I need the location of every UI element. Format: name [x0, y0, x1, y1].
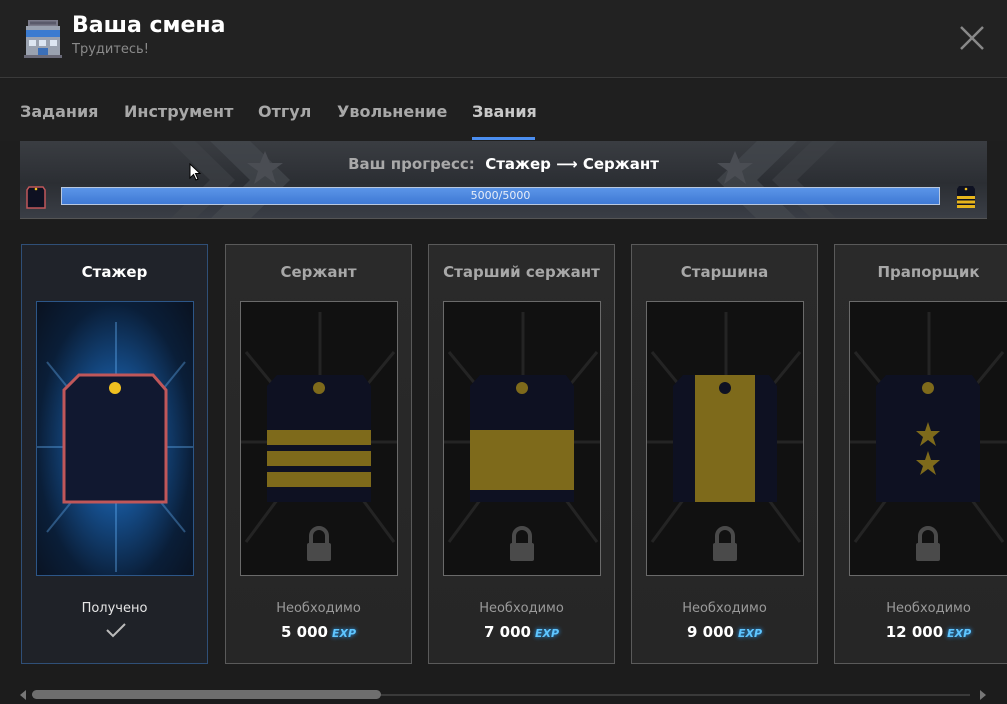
- window-subtitle: Трудитесь!: [72, 42, 149, 57]
- scroll-thumb[interactable]: [32, 690, 381, 699]
- progress-label: Ваш прогресс: Стажер ⟶ Сержант: [20, 155, 987, 173]
- rank-cost: 5 000 EXP: [226, 623, 411, 641]
- rank-card-sergeant[interactable]: Сержант Необходимо 5 000 EXP: [225, 244, 412, 664]
- progress-arrow: ⟶: [556, 155, 578, 173]
- tab-dismissal[interactable]: Увольнение: [337, 102, 447, 121]
- lock-icon: [916, 526, 940, 561]
- rank-cost: 7 000 EXP: [429, 623, 614, 641]
- rank-status: Необходимо: [479, 601, 564, 616]
- checkmark-icon: [106, 623, 126, 638]
- progress-from-rank: Стажер: [485, 155, 551, 173]
- rank-image-frame: [443, 301, 601, 576]
- rank-cost: 9 000 EXP: [632, 623, 817, 641]
- rank-status: Необходимо: [276, 601, 361, 616]
- rank-card-warrant-officer[interactable]: Прапорщик Необходимо 12 000 EXP: [834, 244, 1007, 664]
- progress-prefix: Ваш прогресс:: [348, 155, 475, 173]
- building-icon: [24, 20, 62, 58]
- tab-tools[interactable]: Инструмент: [124, 102, 233, 121]
- rank-status: Необходимо: [886, 601, 971, 616]
- scroll-left-arrow-icon[interactable]: [18, 689, 28, 701]
- rank-image-frame: [849, 301, 1007, 576]
- lock-icon: [510, 526, 534, 561]
- progress-bar: 5000/5000: [61, 187, 940, 205]
- lock-icon: [713, 526, 737, 561]
- rank-cost: 12 000 EXP: [835, 623, 1007, 641]
- window-title: Ваша смена: [72, 13, 226, 38]
- rank-card-senior-sergeant[interactable]: Старший сержант Необходимо 7 000 EXP: [428, 244, 615, 664]
- rank-image-frame: [36, 301, 194, 576]
- exp-label: EXP: [331, 627, 357, 640]
- tab-bar: Задания Инструмент Отгул Увольнение Зван…: [0, 79, 1007, 141]
- warrant-officer-epaulette-icon: [850, 312, 1007, 561]
- active-tab-indicator: [472, 137, 535, 140]
- rank-image-frame: [646, 301, 804, 576]
- sergeant-epaulette-icon: [241, 312, 397, 561]
- sergeant-major-epaulette-icon: [647, 312, 803, 561]
- ranks-list: Стажер Получено Сержант Необходимо 5 000…: [0, 220, 1007, 685]
- rank-cost-value: 12 000: [885, 623, 944, 641]
- rank-status: Получено: [81, 601, 148, 616]
- tab-tasks[interactable]: Задания: [20, 102, 98, 121]
- horizontal-scrollbar[interactable]: [0, 685, 1007, 704]
- trainee-epaulette-icon: [37, 322, 193, 572]
- rank-name: Старшина: [680, 263, 769, 281]
- rank-cost-value: 5 000: [280, 623, 328, 641]
- rank-card-trainee[interactable]: Стажер Получено: [21, 244, 208, 664]
- current-rank-mini-icon: [26, 186, 46, 209]
- tab-day-off[interactable]: Отгул: [258, 102, 311, 121]
- rank-cost-value: 9 000: [686, 623, 734, 641]
- progress-panel-decoration: [170, 141, 837, 218]
- exp-label: EXP: [737, 627, 763, 640]
- next-rank-mini-icon: [957, 186, 975, 208]
- senior-sergeant-epaulette-icon: [444, 312, 600, 561]
- rank-name: Сержант: [280, 263, 357, 281]
- rank-name: Старший сержант: [443, 263, 600, 281]
- progress-panel: Ваш прогресс: Стажер ⟶ Сержант 5000/5000: [20, 141, 987, 219]
- progress-bar-text: 5000/5000: [470, 189, 531, 202]
- rank-image-frame: [240, 301, 398, 576]
- rank-name: Прапорщик: [877, 263, 980, 281]
- scroll-right-arrow-icon[interactable]: [978, 689, 988, 701]
- exp-label: EXP: [534, 627, 560, 640]
- window-header: Ваша смена Трудитесь!: [0, 0, 1007, 78]
- rank-card-sergeant-major[interactable]: Старшина Необходимо 9 000 EXP: [631, 244, 818, 664]
- exp-label: EXP: [947, 627, 972, 640]
- tab-ranks[interactable]: Звания: [472, 102, 537, 121]
- progress-to-rank: Сержант: [582, 155, 659, 173]
- mouse-cursor-icon: [189, 163, 201, 181]
- rank-cost-value: 7 000: [483, 623, 531, 641]
- close-icon[interactable]: [958, 24, 986, 52]
- rank-status: Необходимо: [682, 601, 767, 616]
- lock-icon: [307, 526, 331, 561]
- rank-name: Стажер: [81, 263, 148, 281]
